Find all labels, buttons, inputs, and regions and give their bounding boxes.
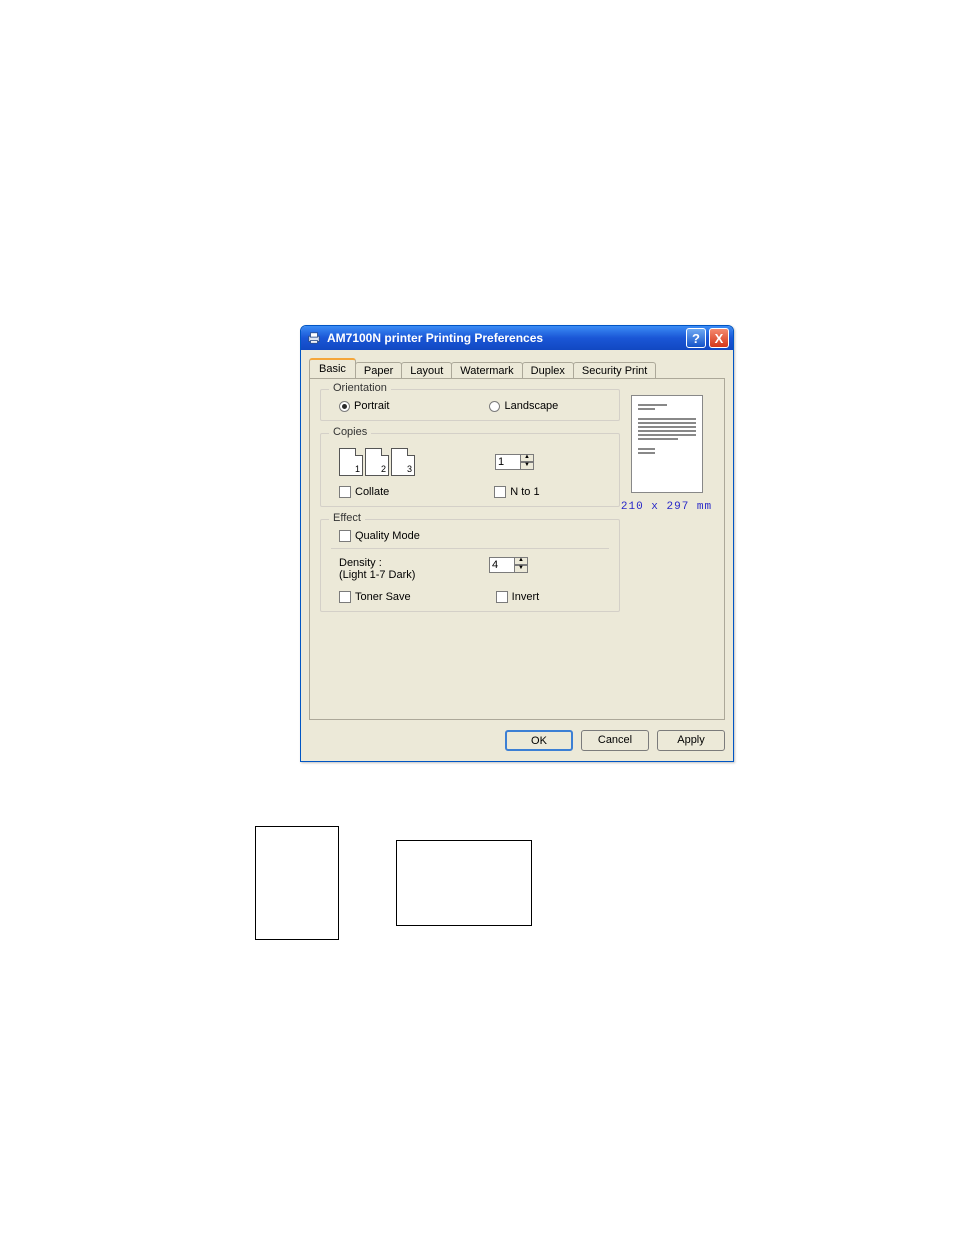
density-value[interactable]: 4 [489, 557, 515, 573]
printing-preferences-dialog: AM7100N printer Printing Preferences ? X… [300, 325, 734, 762]
spin-down-icon[interactable]: ▼ [514, 565, 528, 573]
dialog-buttons: OK Cancel Apply [309, 730, 725, 751]
page-icon: 2 [365, 448, 389, 476]
checkbox-icon [496, 591, 508, 603]
spinner-buttons: ▲ ▼ [520, 454, 534, 470]
collate-checkbox-wrap[interactable]: Collate [339, 486, 389, 498]
portrait-radio-wrap[interactable]: Portrait [339, 400, 389, 412]
radio-icon [339, 401, 350, 412]
toner-save-checkbox-wrap[interactable]: Toner Save [339, 591, 411, 603]
portrait-label: Portrait [354, 400, 389, 412]
effect-legend: Effect [329, 512, 365, 524]
preview-pane: 210 x 297 mm [619, 389, 714, 513]
copies-group: Copies 1 2 3 1 ▲ ▼ [320, 433, 620, 507]
spin-up-icon[interactable]: ▲ [514, 557, 528, 565]
page-icon: 1 [339, 448, 363, 476]
copies-spinner[interactable]: 1 ▲ ▼ [495, 454, 534, 470]
checkbox-icon [494, 486, 506, 498]
density-hint: (Light 1-7 Dark) [339, 569, 489, 581]
tab-watermark[interactable]: Watermark [451, 362, 522, 379]
landscape-label: Landscape [504, 400, 558, 412]
invert-checkbox-wrap[interactable]: Invert [496, 591, 540, 603]
help-button[interactable]: ? [686, 328, 706, 348]
effect-group: Effect Quality Mode Density : (Light 1-7… [320, 519, 620, 612]
tab-layout[interactable]: Layout [401, 362, 452, 379]
density-label: Density : [339, 557, 489, 569]
landscape-sample-rect [396, 840, 532, 926]
printer-icon [307, 331, 321, 345]
tab-strip: Basic Paper Layout Watermark Duplex Secu… [309, 358, 725, 378]
window-title: AM7100N printer Printing Preferences [327, 331, 683, 345]
collate-label: Collate [355, 486, 389, 498]
copies-value[interactable]: 1 [495, 454, 521, 470]
density-spinner[interactable]: 4 ▲ ▼ [489, 557, 528, 573]
invert-label: Invert [512, 591, 540, 603]
checkbox-icon [339, 530, 351, 542]
radio-icon [489, 401, 500, 412]
checkbox-icon [339, 591, 351, 603]
spin-down-icon[interactable]: ▼ [520, 462, 534, 470]
copies-legend: Copies [329, 426, 371, 438]
page-icon: 3 [391, 448, 415, 476]
spin-up-icon[interactable]: ▲ [520, 454, 534, 462]
quality-mode-checkbox-wrap[interactable]: Quality Mode [339, 530, 420, 542]
tab-basic[interactable]: Basic [309, 358, 356, 378]
nto1-checkbox-wrap[interactable]: N to 1 [494, 486, 539, 498]
apply-button[interactable]: Apply [657, 730, 725, 751]
quality-mode-label: Quality Mode [355, 530, 420, 542]
title-bar: AM7100N printer Printing Preferences ? X [301, 326, 733, 350]
density-labels: Density : (Light 1-7 Dark) [339, 557, 489, 581]
tab-page-basic: Orientation Portrait Landscape Copies [309, 378, 725, 720]
copies-page-icons: 1 2 3 [339, 448, 415, 476]
landscape-radio-wrap[interactable]: Landscape [489, 400, 558, 412]
tab-duplex[interactable]: Duplex [522, 362, 574, 379]
orientation-legend: Orientation [329, 382, 391, 394]
spinner-buttons: ▲ ▼ [514, 557, 528, 573]
ok-button[interactable]: OK [505, 730, 573, 751]
tab-paper[interactable]: Paper [355, 362, 402, 379]
nto1-label: N to 1 [510, 486, 539, 498]
cancel-button[interactable]: Cancel [581, 730, 649, 751]
dialog-client-area: Basic Paper Layout Watermark Duplex Secu… [301, 350, 733, 761]
tab-security-print[interactable]: Security Print [573, 362, 656, 379]
paper-size-label: 210 x 297 mm [619, 501, 714, 513]
preview-page-icon [631, 395, 703, 493]
close-button[interactable]: X [709, 328, 729, 348]
toner-save-label: Toner Save [355, 591, 411, 603]
checkbox-icon [339, 486, 351, 498]
portrait-sample-rect [255, 826, 339, 940]
orientation-group: Orientation Portrait Landscape [320, 389, 620, 421]
